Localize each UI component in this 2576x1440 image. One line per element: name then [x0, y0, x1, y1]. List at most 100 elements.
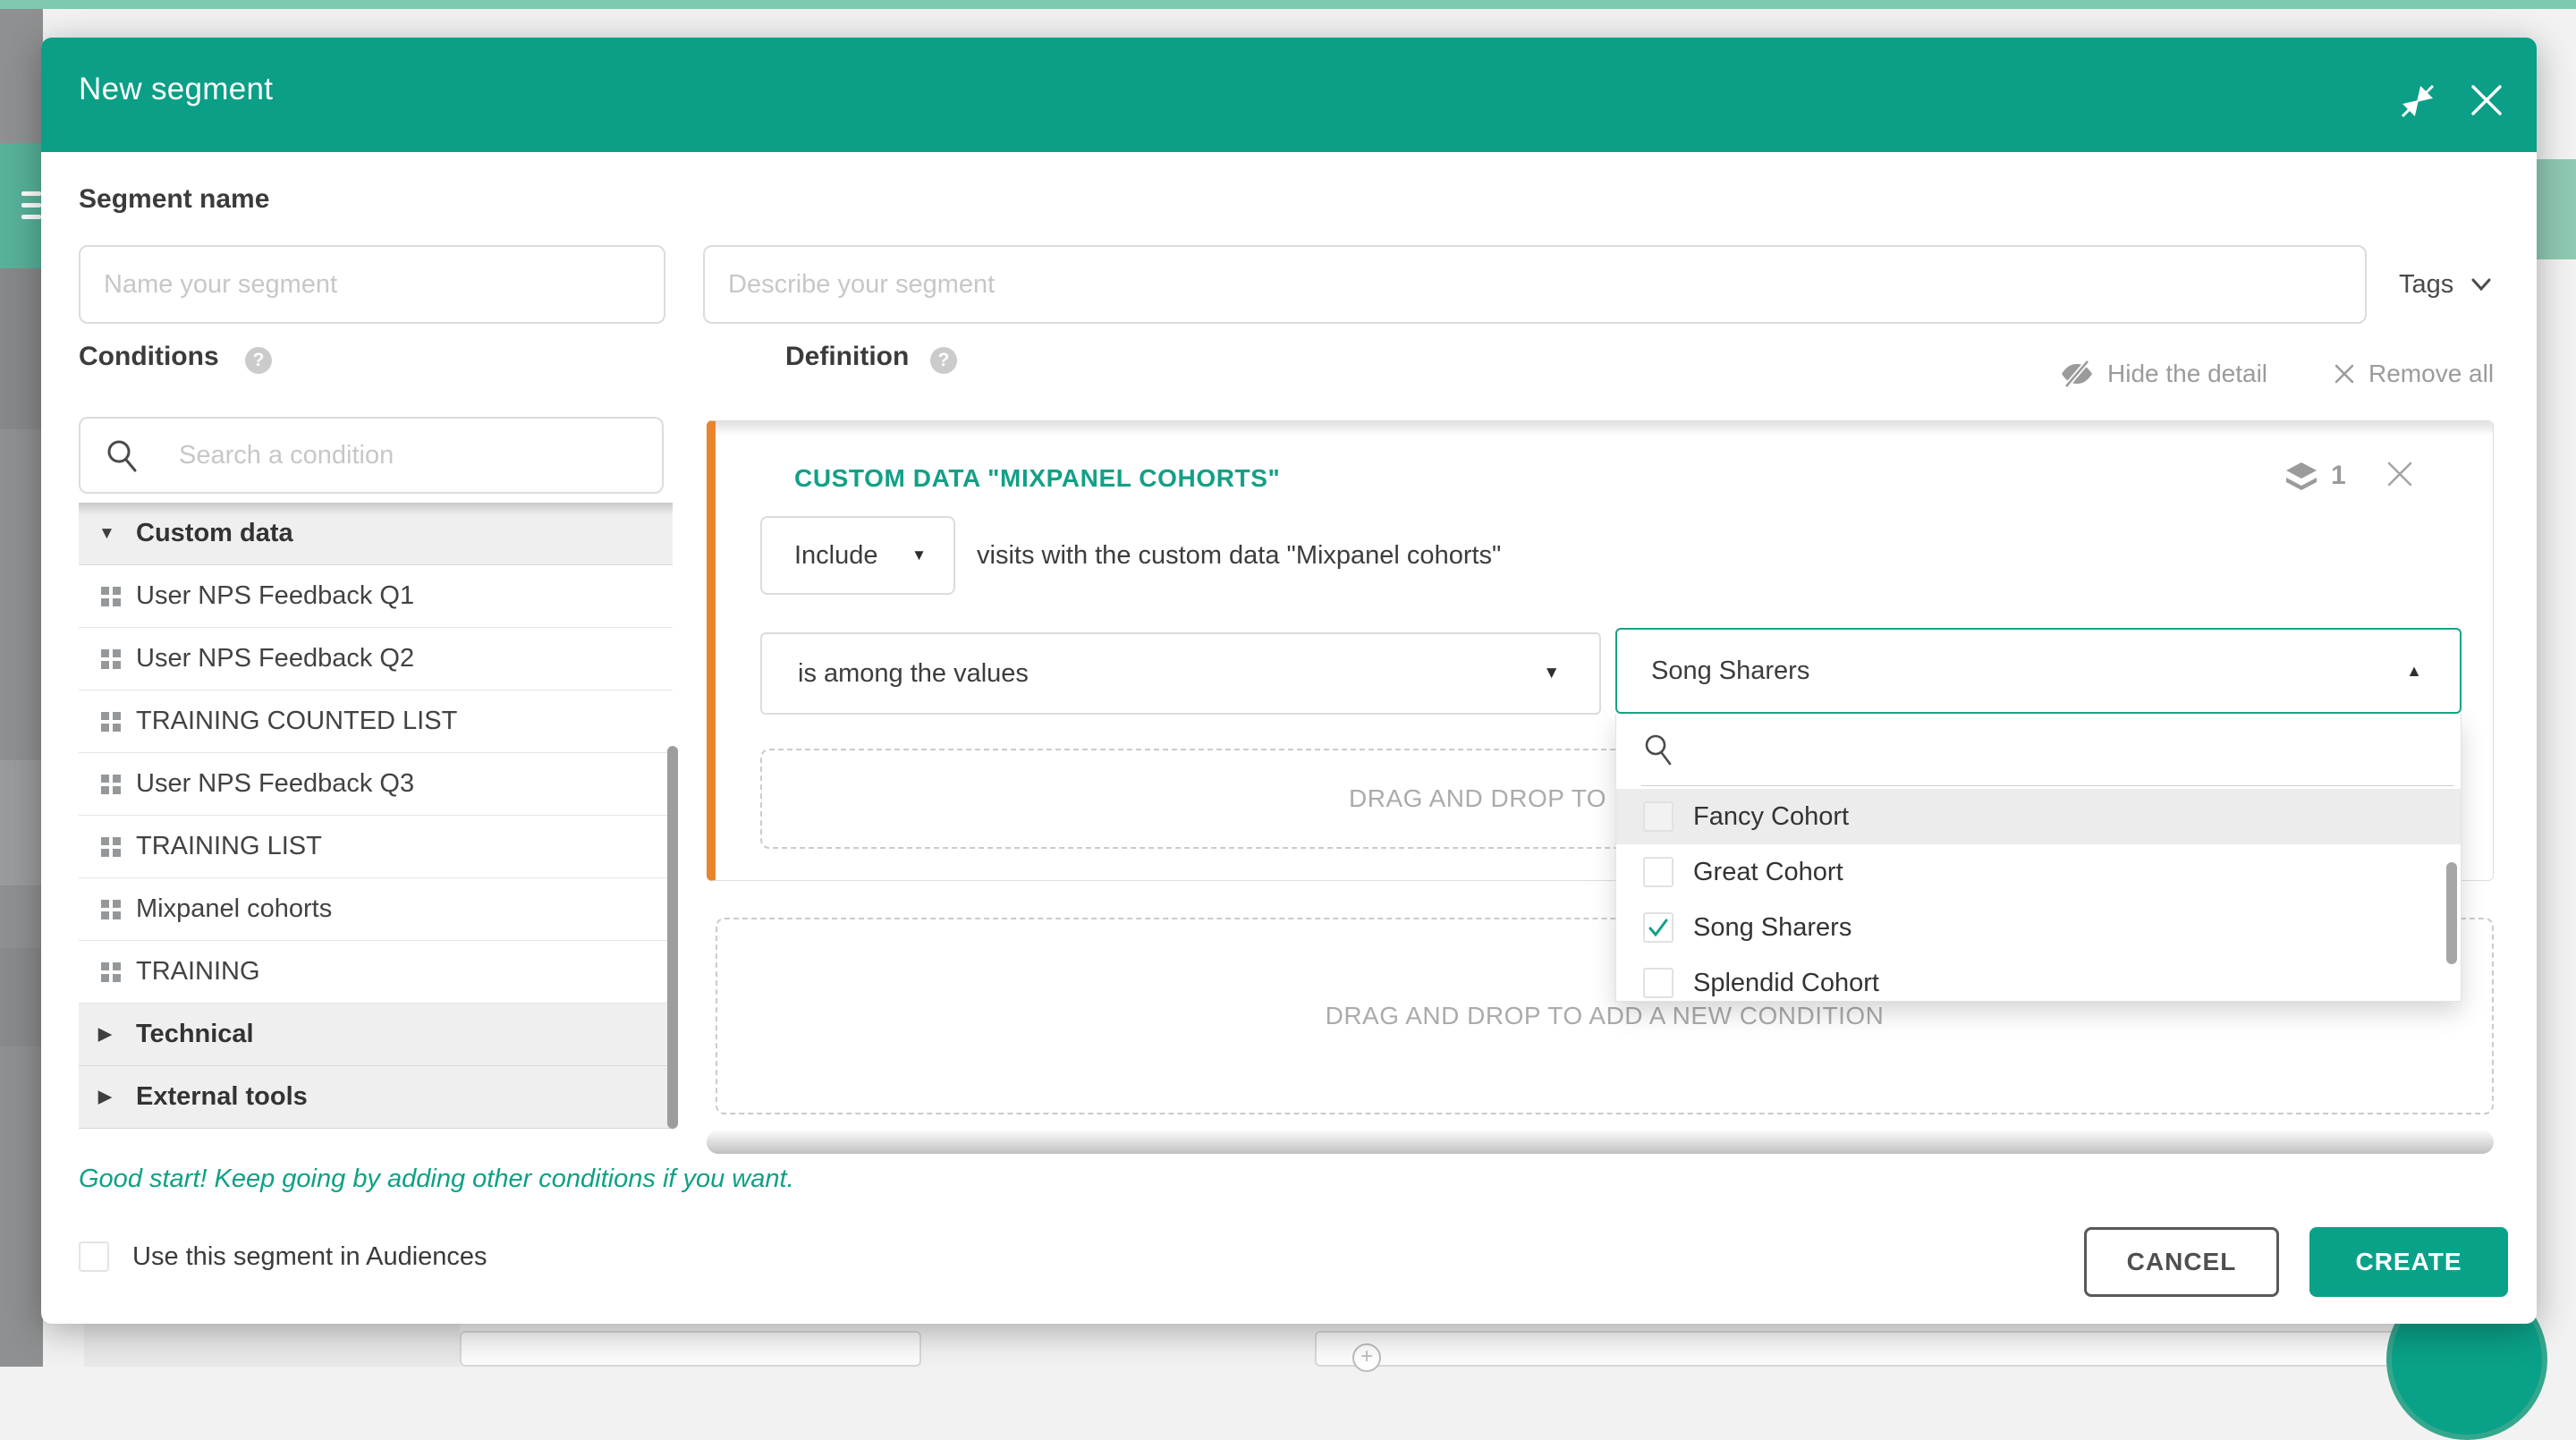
background-top-bar: [0, 0, 2576, 9]
value-dropdown[interactable]: Song Sharers ▲: [1615, 628, 2462, 714]
background-header-band: [2537, 159, 2576, 259]
remove-all-button[interactable]: Remove all: [2333, 360, 2494, 388]
sidebar-block: [0, 760, 43, 885]
checkbox-unchecked[interactable]: [1643, 801, 1674, 832]
definition-label: Definition: [785, 342, 909, 372]
condition-item[interactable]: User NPS Feedback Q3: [79, 753, 673, 816]
condition-item[interactable]: User NPS Feedback Q2: [79, 628, 673, 690]
dialog-header: New segment: [41, 38, 2537, 152]
drag-handle-icon: [98, 960, 123, 985]
dialog-title: New segment: [79, 72, 273, 107]
audiences-label: Use this segment in Audiences: [132, 1242, 487, 1272]
condition-group-label: External tools: [136, 1082, 308, 1112]
help-icon[interactable]: ?: [930, 347, 957, 374]
hide-detail-button[interactable]: Hide the detail: [2059, 360, 2267, 388]
close-icon[interactable]: [2469, 82, 2504, 118]
segment-description-input[interactable]: [703, 245, 2367, 324]
sidebar-block: [0, 268, 43, 429]
audiences-checkbox-row[interactable]: Use this segment in Audiences: [79, 1241, 487, 1272]
condition-item-label: TRAINING: [136, 957, 260, 987]
cohort-option[interactable]: Song Sharers: [1616, 900, 2461, 955]
caret-up-icon: ▲: [2406, 662, 2422, 681]
scroll-shadow: [716, 421, 2493, 436]
help-icon[interactable]: ?: [245, 347, 272, 374]
condition-item[interactable]: TRAINING COUNTED LIST: [79, 690, 673, 753]
checkbox-unchecked[interactable]: [1643, 968, 1674, 998]
condition-count-badge: 1: [2331, 461, 2346, 491]
divider: [1641, 785, 2453, 786]
value-dropdown-panel: Fancy Cohort Great Cohort Song Sharers Sple…: [1615, 714, 2462, 1002]
condition-item-label: TRAINING LIST: [136, 832, 322, 861]
condition-list: ▼ Custom data User NPS Feedback Q1 User NPS…: [79, 503, 673, 1129]
tags-label: Tags: [2399, 270, 2453, 300]
menu-icon: [21, 191, 41, 196]
background-panel: [460, 1331, 921, 1367]
checkbox-checked[interactable]: [1643, 912, 1674, 943]
drag-handle-icon: [98, 772, 123, 797]
condition-group-label: Custom data: [136, 519, 293, 548]
caret-down-icon: ▼: [911, 546, 927, 564]
condition-item-label: User NPS Feedback Q1: [136, 581, 414, 611]
include-dropdown[interactable]: Include ▼: [760, 516, 955, 595]
drop-zone-hint: DRAG AND DROP TO ADD A NEW CONDITION: [1326, 1002, 1885, 1030]
collapse-icon[interactable]: [2401, 84, 2435, 118]
cohort-option[interactable]: Great Cohort: [1616, 844, 2461, 900]
tags-dropdown[interactable]: Tags: [2399, 245, 2493, 324]
cohort-option[interactable]: Fancy Cohort: [1616, 789, 2461, 844]
condition-search-placeholder: Search a condition: [179, 419, 394, 492]
drag-handle-icon: [98, 647, 123, 672]
scrollbar-thumb[interactable]: [667, 746, 678, 1129]
condition-item[interactable]: Mixpanel cohorts: [79, 878, 673, 941]
search-icon: [1643, 732, 1675, 767]
create-button[interactable]: CREATE: [2309, 1227, 2508, 1297]
plus-circle-icon: +: [1352, 1343, 1381, 1372]
cohort-option-label: Splendid Cohort: [1693, 969, 1879, 998]
scrollbar-thumb[interactable]: [2446, 862, 2457, 964]
value-dropdown-selected: Song Sharers: [1651, 656, 2406, 686]
cohort-option-label: Song Sharers: [1693, 913, 1852, 943]
background-block: [84, 1324, 460, 1367]
operator-dropdown[interactable]: is among the values ▼: [760, 632, 1601, 715]
caret-down-icon: ▼: [1543, 664, 1560, 683]
condition-item[interactable]: TRAINING LIST: [79, 816, 673, 878]
condition-sentence: visits with the custom data "Mixpanel co…: [977, 516, 1501, 595]
remove-icon: [2333, 362, 2356, 385]
cohort-option-label: Great Cohort: [1693, 858, 1843, 887]
cohort-option[interactable]: Splendid Cohort: [1616, 955, 2461, 1002]
layers-icon: [2283, 461, 2320, 493]
drag-handle-icon: [98, 897, 123, 922]
caret-down-icon: ▼: [98, 524, 125, 544]
audiences-checkbox[interactable]: [79, 1241, 109, 1272]
remove-all-label: Remove all: [2368, 360, 2494, 388]
remove-condition-icon[interactable]: [2385, 459, 2415, 489]
condition-group-header[interactable]: ▶ Technical: [79, 1004, 673, 1066]
segment-name-input[interactable]: [79, 245, 665, 324]
horizontal-scrollbar[interactable]: [707, 1131, 2494, 1154]
condition-item-label: User NPS Feedback Q3: [136, 769, 414, 799]
chevron-down-icon: [2470, 273, 2493, 296]
condition-group-header[interactable]: ▶External tools: [79, 1066, 673, 1129]
caret-right-icon: ▶: [98, 1024, 125, 1045]
eye-off-icon: [2059, 360, 2095, 387]
cancel-button[interactable]: CANCEL: [2084, 1227, 2279, 1297]
drag-handle-icon: [98, 834, 123, 860]
new-segment-dialog: New segment Segment name Tags Conditions…: [41, 38, 2537, 1324]
conditions-label: Conditions: [79, 342, 219, 372]
condition-item-label: Mixpanel cohorts: [136, 894, 332, 924]
background-panel: [1315, 1331, 2531, 1367]
search-icon: [106, 438, 140, 474]
condition-item[interactable]: TRAINING: [79, 941, 673, 1004]
condition-item-label: User NPS Feedback Q2: [136, 644, 414, 673]
background-sidebar: [0, 9, 43, 1367]
helper-text: Good start! Keep going by adding other c…: [79, 1165, 794, 1194]
checkbox-unchecked[interactable]: [1643, 857, 1674, 887]
condition-group-label: Technical: [136, 1020, 254, 1049]
hide-detail-label: Hide the detail: [2107, 360, 2267, 388]
operator-value: is among the values: [798, 659, 1543, 689]
condition-item-label: TRAINING COUNTED LIST: [136, 707, 457, 736]
drag-handle-icon: [98, 709, 123, 734]
condition-search[interactable]: Search a condition: [79, 417, 664, 494]
menu-icon: [21, 203, 41, 208]
condition-item[interactable]: User NPS Feedback Q1: [79, 565, 673, 628]
condition-group-header[interactable]: ▼ Custom data: [79, 503, 673, 565]
